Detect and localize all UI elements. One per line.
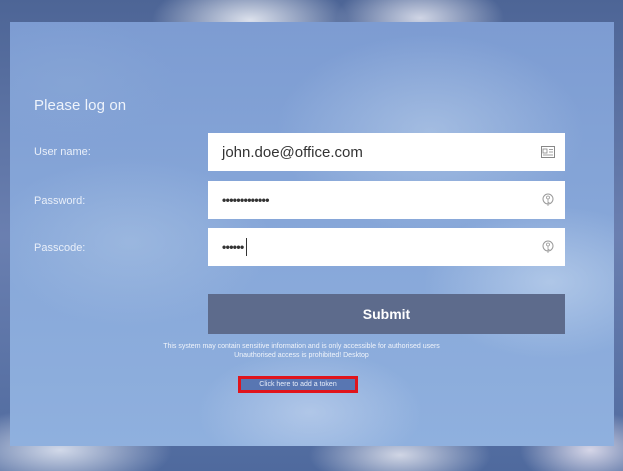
username-label: User name:	[34, 146, 91, 158]
login-heading: Please log on	[34, 97, 127, 114]
security-notice-line1: This system may contain sensitive inform…	[163, 343, 440, 350]
username-field[interactable]: john.doe@office.com	[208, 133, 565, 171]
add-token-link[interactable]: Click here to add a token	[238, 376, 358, 393]
password-value: •••••••••••••	[222, 193, 269, 207]
password-key-icon[interactable]	[541, 193, 555, 207]
passcode-key-icon[interactable]	[541, 240, 555, 254]
password-label: Password:	[34, 195, 86, 207]
text-cursor	[245, 238, 247, 256]
contact-card-icon[interactable]	[541, 145, 555, 159]
passcode-value: ••••••	[222, 240, 244, 254]
passcode-label: Passcode:	[34, 242, 86, 254]
password-field[interactable]: •••••••••••••	[208, 181, 565, 219]
username-value: john.doe@office.com	[222, 143, 363, 161]
submit-button[interactable]: Submit	[208, 294, 565, 334]
passcode-field[interactable]: ••••••	[208, 228, 565, 266]
security-notice-line2: Unauthorised access is prohibited! Deskt…	[234, 352, 369, 359]
